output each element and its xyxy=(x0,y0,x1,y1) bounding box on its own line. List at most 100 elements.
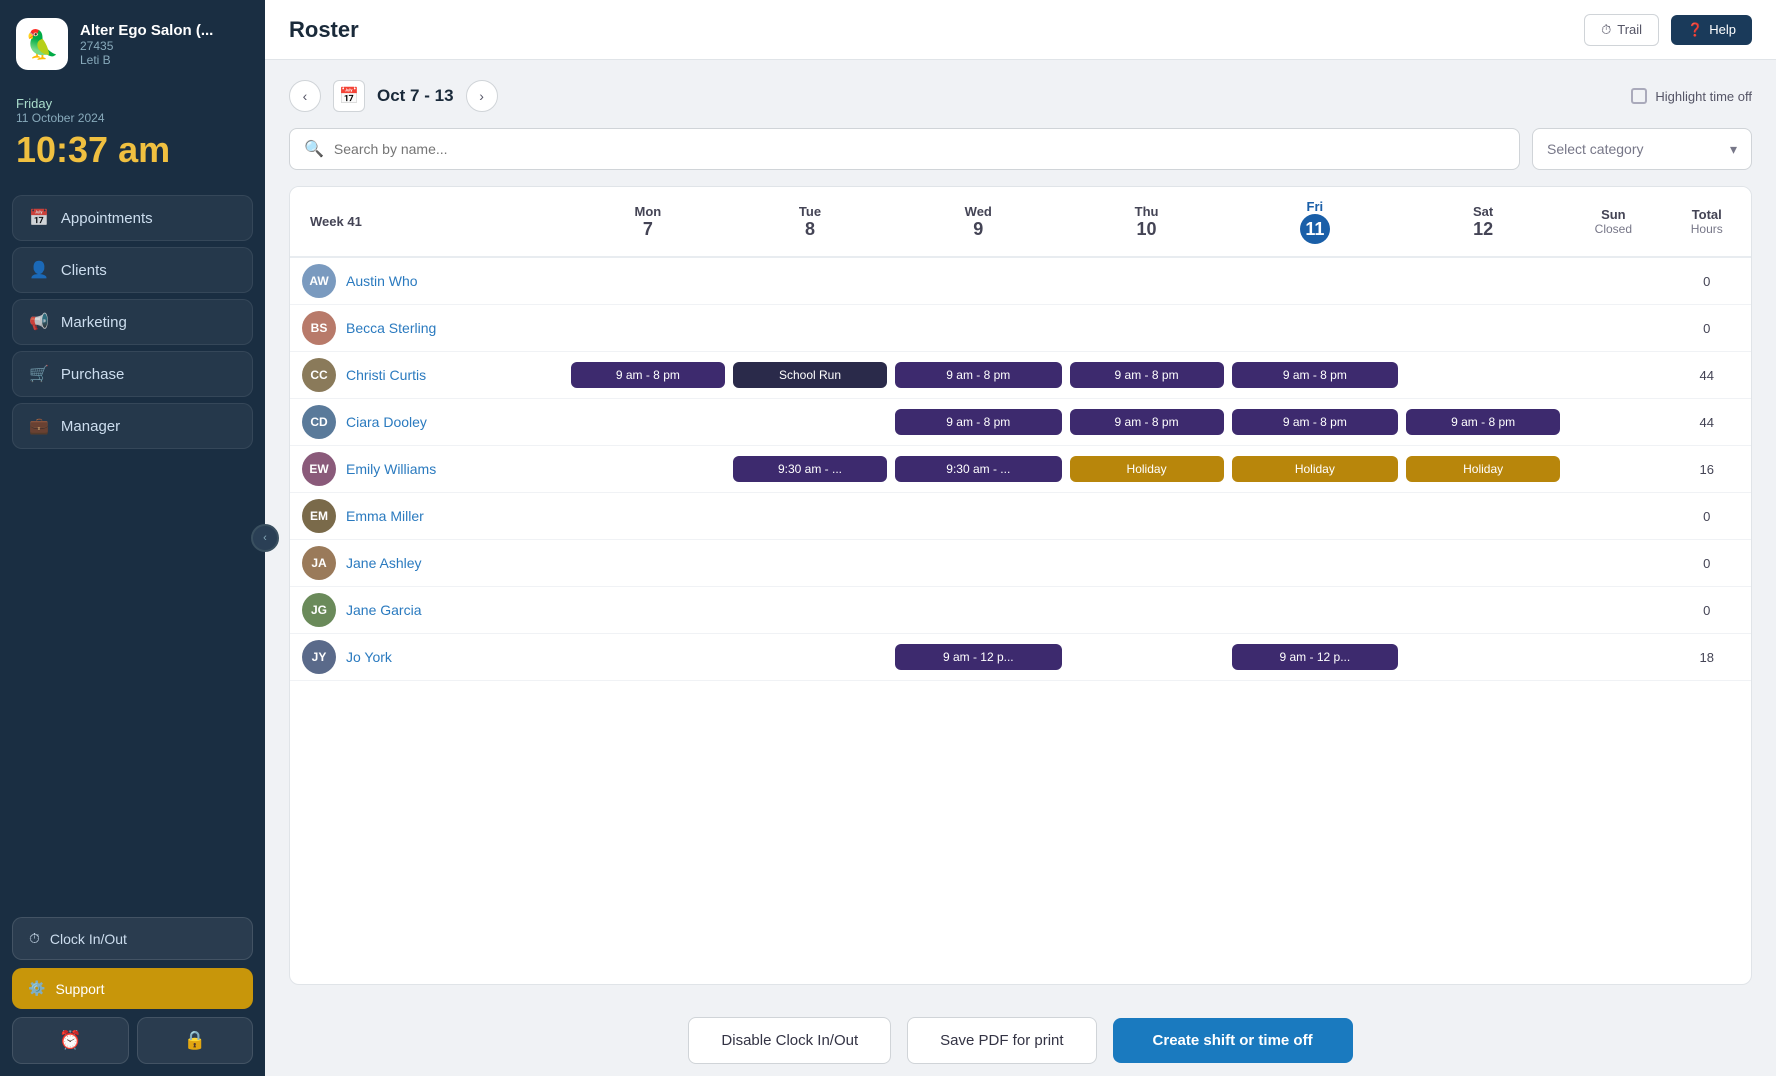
shift-cell-mon[interactable] xyxy=(567,446,729,493)
shift-block[interactable]: 9 am - 12 p... xyxy=(895,644,1061,670)
shift-cell-thu[interactable] xyxy=(1066,305,1228,352)
shift-cell-sun[interactable] xyxy=(1564,352,1662,399)
shift-cell-tue[interactable] xyxy=(729,305,891,352)
shift-cell-tue[interactable]: School Run xyxy=(729,352,891,399)
employee-name[interactable]: Emma Miller xyxy=(346,508,424,524)
shift-cell-sat[interactable] xyxy=(1402,493,1564,540)
shift-cell-mon[interactable] xyxy=(567,257,729,305)
shift-cell-tue[interactable] xyxy=(729,634,891,681)
shift-cell-mon[interactable]: 9 am - 8 pm xyxy=(567,352,729,399)
shift-cell-sun[interactable] xyxy=(1564,634,1662,681)
shift-block[interactable]: 9 am - 8 pm xyxy=(895,409,1061,435)
shift-block[interactable]: 9 am - 8 pm xyxy=(895,362,1061,388)
save-pdf-button[interactable]: Save PDF for print xyxy=(907,1017,1096,1064)
shift-cell-sat[interactable] xyxy=(1402,305,1564,352)
shift-cell-mon[interactable] xyxy=(567,305,729,352)
shift-cell-tue[interactable] xyxy=(729,257,891,305)
shift-cell-tue[interactable] xyxy=(729,587,891,634)
shift-cell-sat[interactable]: 9 am - 8 pm xyxy=(1402,399,1564,446)
shift-cell-thu[interactable] xyxy=(1066,634,1228,681)
shift-cell-thu[interactable] xyxy=(1066,540,1228,587)
shift-cell-thu[interactable]: 9 am - 8 pm xyxy=(1066,399,1228,446)
clock-inout-button[interactable]: ⏱ Clock In/Out xyxy=(12,917,253,960)
shift-cell-thu[interactable]: Holiday xyxy=(1066,446,1228,493)
shift-block[interactable]: 9 am - 8 pm xyxy=(1232,409,1398,435)
employee-name[interactable]: Jane Ashley xyxy=(346,555,422,571)
shift-cell-fri[interactable]: 9 am - 8 pm xyxy=(1228,399,1402,446)
shift-cell-sun[interactable] xyxy=(1564,540,1662,587)
shift-cell-sun[interactable] xyxy=(1564,446,1662,493)
shift-cell-wed[interactable]: 9:30 am - ... xyxy=(891,446,1065,493)
shift-cell-wed[interactable]: 9 am - 8 pm xyxy=(891,399,1065,446)
shift-cell-mon[interactable] xyxy=(567,634,729,681)
shift-cell-wed[interactable]: 9 am - 8 pm xyxy=(891,352,1065,399)
shift-cell-fri[interactable] xyxy=(1228,257,1402,305)
shift-block[interactable]: 9:30 am - ... xyxy=(895,456,1061,482)
category-select[interactable]: Select category ▾ xyxy=(1532,128,1752,170)
sidebar-item-clients[interactable]: 👤 Clients xyxy=(12,247,253,293)
employee-name[interactable]: Jo York xyxy=(346,649,392,665)
clock-circle-button[interactable]: ⏰ xyxy=(12,1017,129,1064)
help-button[interactable]: ❓ Help xyxy=(1671,15,1752,45)
shift-block[interactable]: 9 am - 8 pm xyxy=(571,362,725,388)
shift-cell-fri[interactable]: 9 am - 12 p... xyxy=(1228,634,1402,681)
shift-cell-thu[interactable] xyxy=(1066,587,1228,634)
shift-block[interactable]: 9 am - 8 pm xyxy=(1232,362,1398,388)
shift-cell-sat[interactable]: Holiday xyxy=(1402,446,1564,493)
next-week-button[interactable]: › xyxy=(466,80,498,112)
shift-cell-mon[interactable] xyxy=(567,587,729,634)
shift-cell-wed[interactable] xyxy=(891,305,1065,352)
sidebar-item-marketing[interactable]: 📢 Marketing xyxy=(12,299,253,345)
sidebar-item-appointments[interactable]: 📅 Appointments xyxy=(12,195,253,241)
employee-name[interactable]: Becca Sterling xyxy=(346,320,436,336)
shift-cell-sun[interactable] xyxy=(1564,587,1662,634)
sidebar-collapse-button[interactable]: ‹ xyxy=(251,524,279,552)
employee-name[interactable]: Ciara Dooley xyxy=(346,414,427,430)
shift-cell-fri[interactable]: 9 am - 8 pm xyxy=(1228,352,1402,399)
employee-name[interactable]: Emily Williams xyxy=(346,461,436,477)
shift-cell-thu[interactable] xyxy=(1066,257,1228,305)
shift-cell-fri[interactable] xyxy=(1228,493,1402,540)
shift-block[interactable]: 9 am - 8 pm xyxy=(1070,362,1224,388)
shift-cell-sat[interactable] xyxy=(1402,352,1564,399)
shift-cell-sat[interactable] xyxy=(1402,634,1564,681)
shift-cell-fri[interactable] xyxy=(1228,305,1402,352)
shift-cell-wed[interactable]: 9 am - 12 p... xyxy=(891,634,1065,681)
shift-cell-tue[interactable] xyxy=(729,493,891,540)
shift-cell-wed[interactable] xyxy=(891,493,1065,540)
sidebar-item-manager[interactable]: 💼 Manager xyxy=(12,403,253,449)
shift-cell-sun[interactable] xyxy=(1564,493,1662,540)
employee-name[interactable]: Christi Curtis xyxy=(346,367,426,383)
shift-cell-sat[interactable] xyxy=(1402,587,1564,634)
trail-button[interactable]: ⏱ Trail xyxy=(1584,14,1659,46)
shift-cell-sat[interactable] xyxy=(1402,257,1564,305)
disable-clock-button[interactable]: Disable Clock In/Out xyxy=(688,1017,891,1064)
shift-block[interactable]: Holiday xyxy=(1406,456,1560,482)
calendar-picker-button[interactable]: 📅 xyxy=(333,80,365,112)
support-button[interactable]: ⚙️ Support xyxy=(12,968,253,1009)
shift-block[interactable]: 9:30 am - ... xyxy=(733,456,887,482)
shift-cell-tue[interactable]: 9:30 am - ... xyxy=(729,446,891,493)
prev-week-button[interactable]: ‹ xyxy=(289,80,321,112)
shift-cell-tue[interactable] xyxy=(729,540,891,587)
shift-block[interactable]: Holiday xyxy=(1232,456,1398,482)
shift-cell-fri[interactable] xyxy=(1228,587,1402,634)
shift-cell-wed[interactable] xyxy=(891,540,1065,587)
employee-name[interactable]: Austin Who xyxy=(346,273,418,289)
lock-button[interactable]: 🔒 xyxy=(137,1017,254,1064)
shift-cell-sun[interactable] xyxy=(1564,257,1662,305)
shift-cell-tue[interactable] xyxy=(729,399,891,446)
shift-cell-sun[interactable] xyxy=(1564,305,1662,352)
shift-cell-wed[interactable] xyxy=(891,587,1065,634)
sidebar-item-purchase[interactable]: 🛒 Purchase xyxy=(12,351,253,397)
shift-cell-mon[interactable] xyxy=(567,399,729,446)
shift-cell-fri[interactable]: Holiday xyxy=(1228,446,1402,493)
shift-cell-thu[interactable] xyxy=(1066,493,1228,540)
shift-cell-sun[interactable] xyxy=(1564,399,1662,446)
shift-cell-mon[interactable] xyxy=(567,493,729,540)
create-shift-button[interactable]: Create shift or time off xyxy=(1113,1018,1353,1063)
shift-cell-mon[interactable] xyxy=(567,540,729,587)
highlight-timeoff-checkbox[interactable] xyxy=(1631,88,1647,104)
shift-block[interactable]: Holiday xyxy=(1070,456,1224,482)
shift-block[interactable]: 9 am - 8 pm xyxy=(1070,409,1224,435)
